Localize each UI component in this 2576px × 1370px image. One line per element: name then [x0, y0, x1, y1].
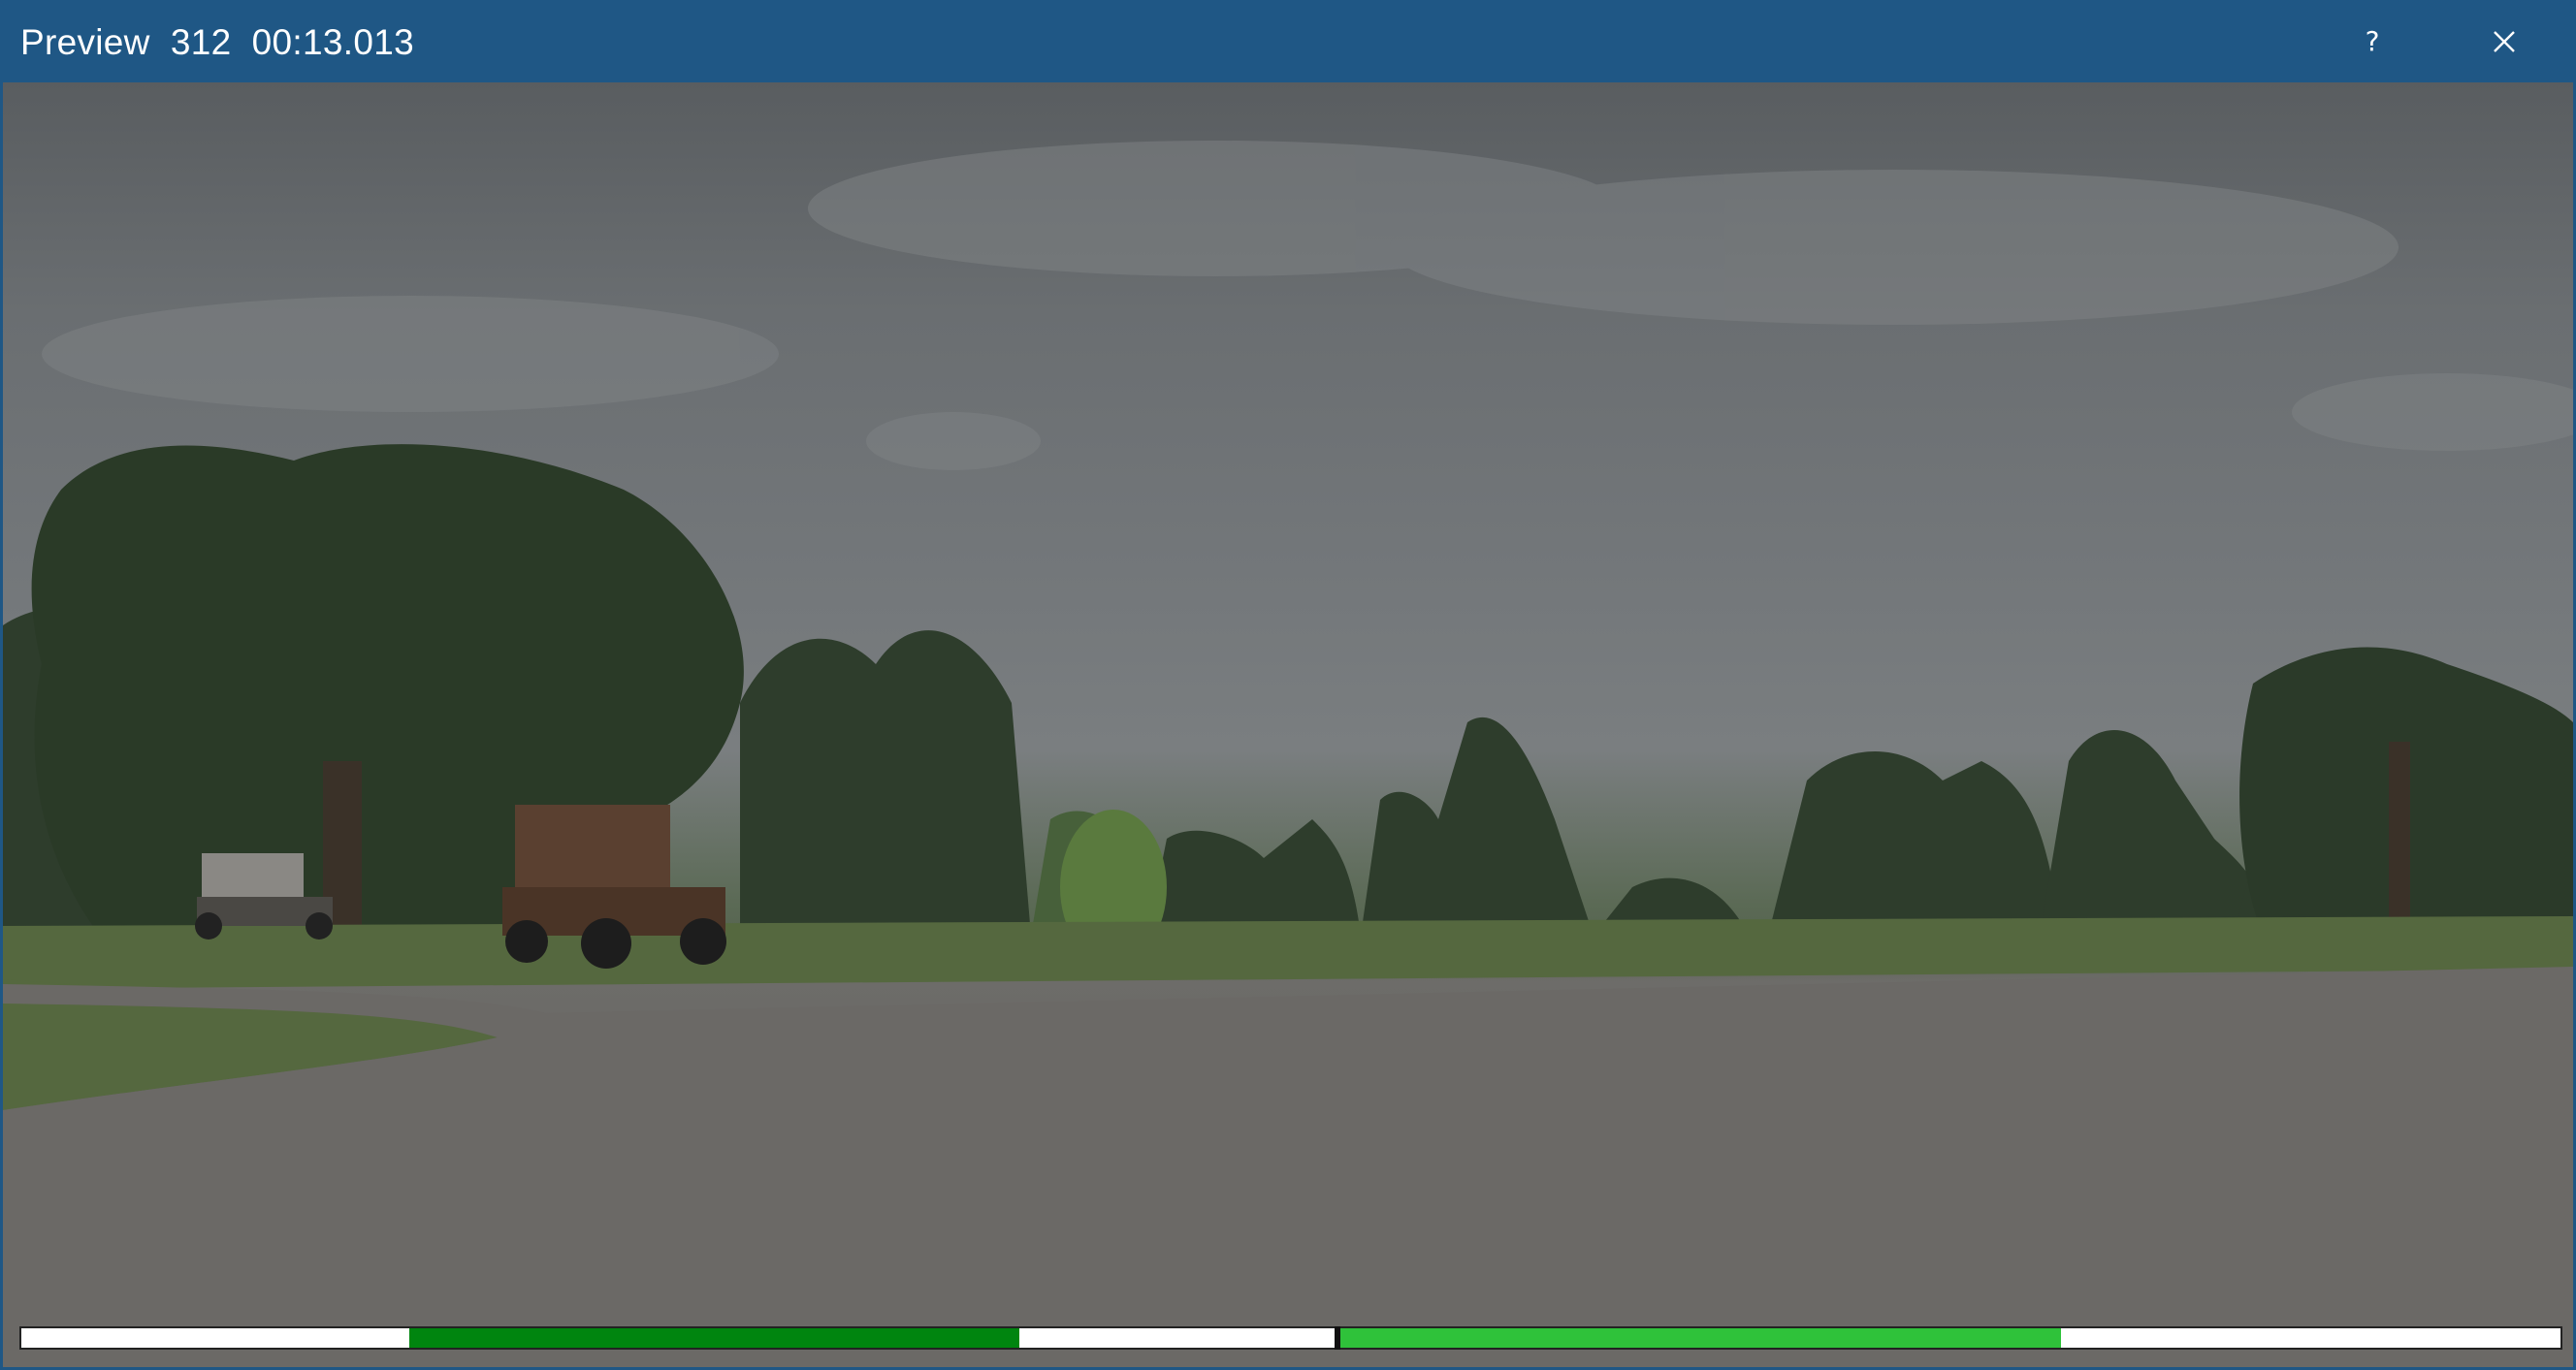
title-bar[interactable]: Preview 312 00:13.013 ? — [0, 0, 2576, 82]
video-frame — [3, 141, 2573, 1367]
help-label: ? — [2365, 25, 2380, 57]
playhead[interactable] — [1335, 1326, 1340, 1350]
video-preview[interactable] — [3, 82, 2573, 1367]
help-button[interactable]: ? — [2314, 0, 2431, 82]
timeline-scrubber[interactable] — [19, 1326, 2562, 1350]
selection-segment-1[interactable] — [409, 1328, 1019, 1348]
window-title: Preview 312 00:13.013 — [20, 22, 414, 62]
cedar-tree-right — [2239, 647, 2573, 936]
vintage-car-near — [502, 805, 726, 969]
close-window-button[interactable] — [2446, 0, 2562, 82]
selection-segment-2[interactable] — [1340, 1328, 2061, 1348]
close-icon — [2494, 30, 2515, 52]
preview-window: Preview 312 00:13.013 ? — [0, 0, 2576, 1370]
sky-clouds — [42, 141, 2573, 470]
